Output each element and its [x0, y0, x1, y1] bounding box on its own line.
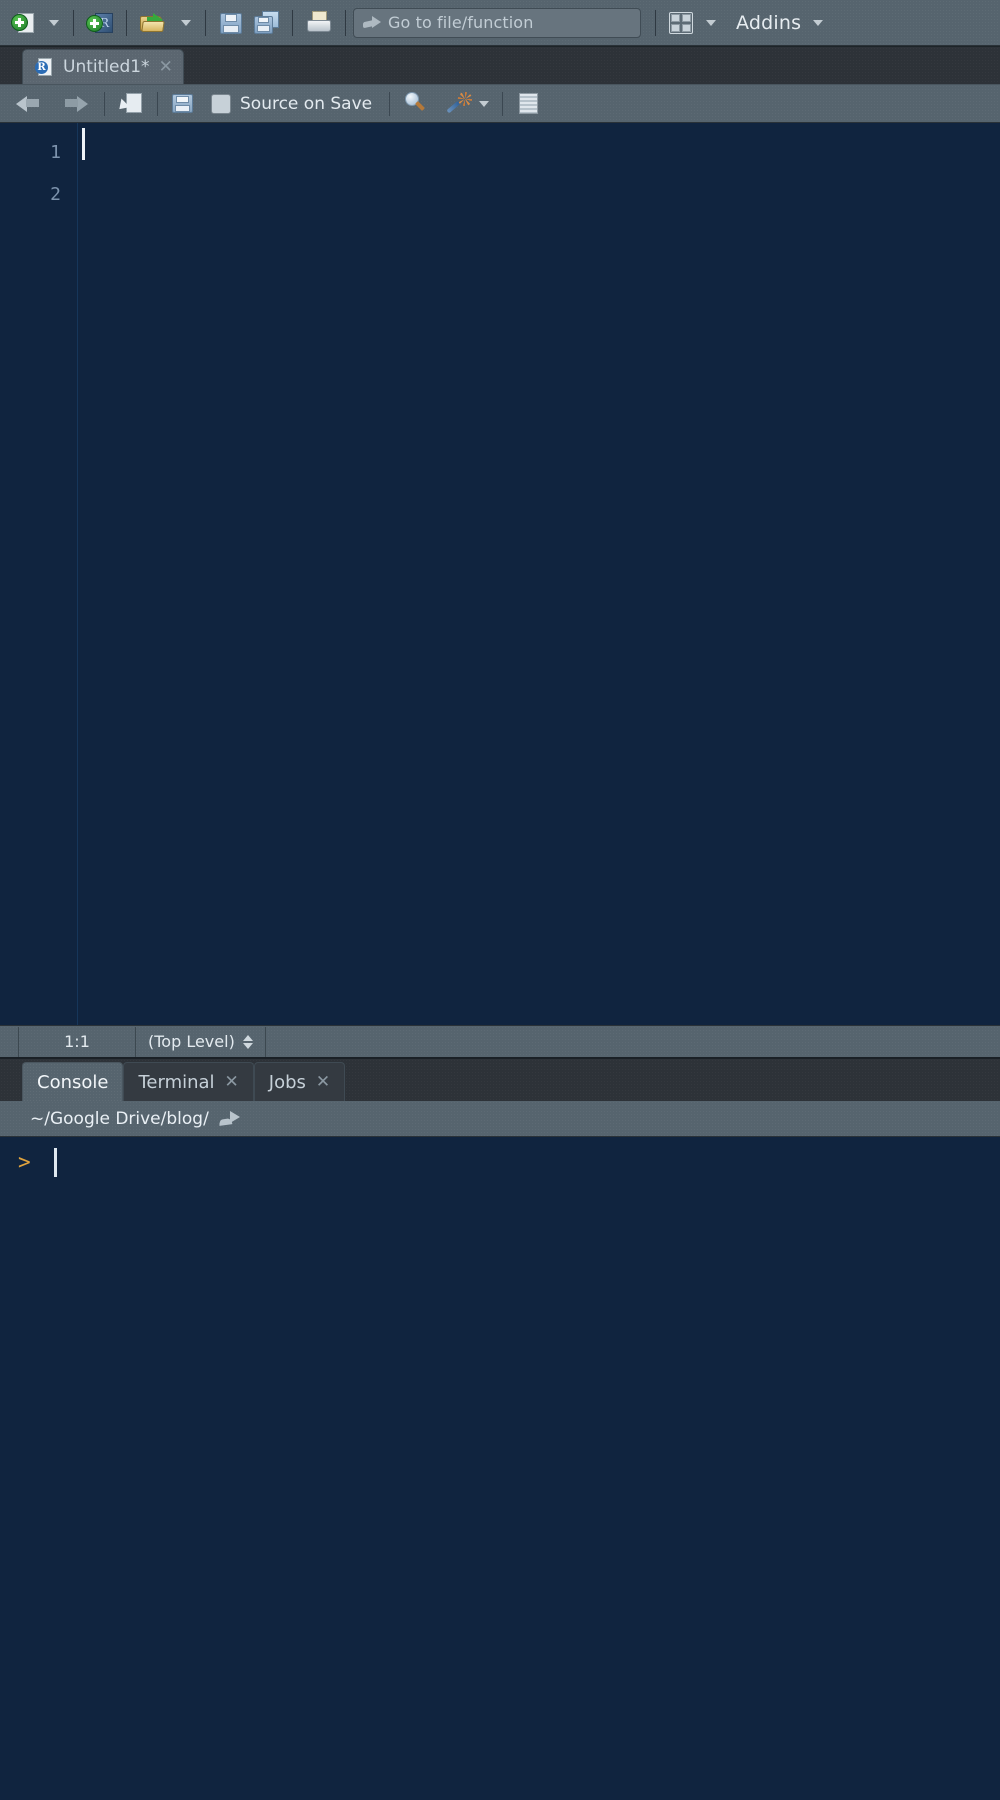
toolbar-separator — [126, 9, 127, 36]
toolbar-separator — [205, 9, 206, 36]
scope-selector[interactable]: (Top Level) — [136, 1026, 266, 1057]
source-on-save-label: Source on Save — [240, 93, 373, 114]
new-file-icon — [11, 10, 37, 36]
code-editor[interactable]: 1 2 — [0, 123, 1000, 1025]
source-on-save-checkbox[interactable]: Source on Save — [206, 87, 377, 121]
addins-button[interactable]: Addins — [723, 6, 806, 40]
compile-report-button[interactable] — [511, 87, 547, 121]
tab-terminal-label: Terminal — [138, 1071, 215, 1093]
close-icon[interactable]: ✕ — [225, 1073, 239, 1091]
console-prompt-symbol: > — [18, 1150, 31, 1174]
checkbox-box — [211, 93, 231, 114]
chevron-down-icon-code-tools[interactable] — [479, 100, 490, 107]
external-link-icon[interactable] — [219, 1110, 243, 1128]
working-directory-label[interactable]: ~/Google Drive/blog/ — [30, 1109, 209, 1129]
console-prompt-row[interactable]: > — [18, 1147, 1000, 1181]
cursor-position[interactable]: 1:1 — [18, 1026, 136, 1057]
rstudio-window: Go to file/function Addins R Untitled1* … — [0, 0, 1000, 1800]
toolbar-separator — [345, 9, 346, 36]
source-toolbar: Source on Save — [0, 85, 1000, 123]
save-icon — [218, 10, 244, 36]
chevron-down-icon-new-file[interactable] — [49, 19, 59, 26]
source-save-button[interactable] — [166, 87, 200, 121]
save-all-icon — [254, 10, 280, 36]
new-project-button[interactable] — [81, 6, 119, 40]
console-left-gutter — [0, 1137, 18, 1800]
text-cursor — [82, 128, 85, 160]
code-tools-button[interactable] — [440, 87, 494, 121]
save-button[interactable] — [213, 6, 249, 40]
chevron-down-icon-pane-layout[interactable] — [706, 19, 716, 26]
source-status-bar: 1:1 (Top Level) — [0, 1025, 1000, 1057]
console-path-bar: ~/Google Drive/blog/ — [0, 1101, 1000, 1137]
arrow-right-icon — [60, 94, 88, 114]
new-project-icon — [86, 10, 114, 36]
toolbar-separator — [655, 9, 656, 36]
tab-console-label: Console — [37, 1071, 109, 1093]
magnifier-icon — [403, 91, 429, 116]
up-down-arrows-icon — [242, 1034, 253, 1049]
main-toolbar: Go to file/function Addins — [0, 0, 1000, 46]
source-tab-label: Untitled1* — [63, 57, 150, 77]
r-script-file-icon: R — [35, 57, 55, 77]
scope-label: (Top Level) — [148, 1032, 235, 1051]
chevron-down-icon-addins[interactable] — [813, 19, 824, 26]
goto-arrow-icon — [362, 14, 382, 32]
source-pane: R Untitled1* ✕ Source on Save 1 2 1:1 (T… — [0, 46, 1000, 1057]
toolbar-separator — [157, 91, 158, 116]
toolbar-separator — [292, 9, 293, 36]
toolbar-separator — [389, 91, 391, 116]
line-number: 2 — [50, 184, 61, 205]
show-in-new-window-icon — [115, 92, 144, 116]
print-button[interactable] — [300, 6, 338, 40]
line-number: 1 — [50, 142, 61, 163]
console-output[interactable]: > — [0, 1137, 1000, 1800]
tab-terminal[interactable]: Terminal ✕ — [123, 1062, 254, 1101]
open-file-button[interactable] — [134, 6, 174, 40]
forward-button[interactable] — [52, 87, 96, 121]
console-pane: Console Terminal ✕ Jobs ✕ ~/Google Drive… — [0, 1057, 1000, 1800]
save-icon — [171, 92, 195, 116]
close-icon[interactable]: ✕ — [316, 1073, 330, 1091]
pane-layout-button[interactable] — [663, 6, 699, 40]
chevron-down-icon-open-recent[interactable] — [181, 19, 191, 26]
source-tabbar: R Untitled1* ✕ — [0, 47, 1000, 85]
find-replace-button[interactable] — [398, 87, 434, 121]
show-in-new-window-button[interactable] — [113, 87, 149, 121]
source-tab-untitled1[interactable]: R Untitled1* ✕ — [22, 49, 184, 84]
open-folder-icon — [139, 10, 169, 36]
toolbar-separator — [502, 91, 504, 116]
console-text-cursor — [54, 1148, 57, 1177]
editor-gutter: 1 2 — [0, 123, 78, 1025]
goto-file-function-input[interactable]: Go to file/function — [353, 7, 641, 38]
back-button[interactable] — [8, 87, 52, 121]
compile-report-icon — [516, 92, 542, 116]
cursor-position-label: 1:1 — [64, 1032, 90, 1051]
tab-jobs-label: Jobs — [268, 1071, 306, 1093]
panes-layout-icon — [668, 11, 694, 35]
arrow-left-icon — [16, 94, 44, 114]
editor-text-area[interactable] — [78, 123, 1000, 1025]
console-tabbar: Console Terminal ✕ Jobs ✕ — [0, 1059, 1000, 1101]
toolbar-separator — [104, 91, 105, 116]
close-icon[interactable]: ✕ — [159, 58, 173, 76]
print-icon — [305, 10, 333, 36]
magic-wand-icon — [445, 91, 473, 116]
tab-console[interactable]: Console — [22, 1062, 124, 1101]
save-all-button[interactable] — [249, 6, 285, 40]
goto-placeholder: Go to file/function — [388, 13, 534, 32]
toolbar-separator — [73, 9, 74, 36]
addins-label: Addins — [736, 11, 802, 34]
tab-jobs[interactable]: Jobs ✕ — [253, 1062, 346, 1101]
new-file-button[interactable] — [6, 6, 42, 40]
